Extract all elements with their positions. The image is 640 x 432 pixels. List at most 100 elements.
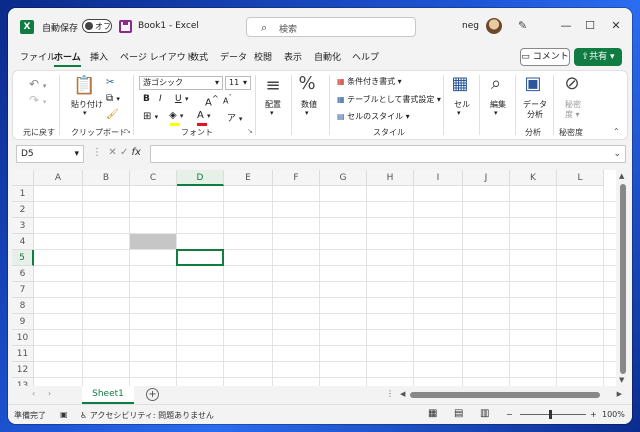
cells-icon[interactable]: ▦ (449, 73, 471, 94)
share-button[interactable]: ⇪共有 ▾ (574, 48, 622, 66)
alignment-dropdown-icon[interactable]: ▾ (270, 109, 274, 117)
cell-styles-button[interactable]: ▤ セルのスタイル ▾ (337, 111, 410, 122)
tab-insert[interactable]: 挿入 (90, 50, 108, 63)
row-header[interactable]: 11 (12, 346, 34, 362)
phonetic-icon[interactable]: ア ▾ (227, 111, 242, 124)
vertical-scrollbar[interactable]: ▲ ▼ (618, 170, 628, 386)
page-break-view-icon[interactable]: ▥ (480, 408, 489, 419)
column-header[interactable]: D (177, 170, 224, 186)
row-header[interactable]: 6 (12, 266, 34, 282)
row-header[interactable]: 9 (12, 314, 34, 330)
zoom-in-button[interactable]: + (590, 410, 597, 419)
analyze-data-icon[interactable]: ▣ (521, 73, 545, 94)
column-header[interactable]: C (130, 170, 177, 186)
font-launcher-icon[interactable]: ↘ (247, 127, 253, 135)
column-header[interactable]: K (510, 170, 557, 186)
sheet-tab-splitter-icon[interactable]: ⋮ (386, 389, 394, 398)
expand-formula-icon[interactable]: ⌄ (613, 149, 621, 159)
magnifier-icon[interactable]: ⌕ (485, 73, 507, 94)
bold-button[interactable]: B (143, 94, 150, 104)
accessibility-status[interactable]: ♿ アクセシビリティ: 問題ありません (80, 410, 214, 421)
editing-label[interactable]: 編集 (490, 99, 506, 110)
user-name[interactable]: neg (462, 21, 479, 31)
scroll-down-icon[interactable]: ▼ (619, 376, 624, 384)
save-icon[interactable] (119, 20, 132, 33)
redo-icon[interactable]: ↷ ▾ (29, 93, 46, 107)
spreadsheet-grid[interactable]: A B C D E F G H I J K L 1 2 3 4 5 6 7 8 9 10 11 12 13 (12, 170, 616, 386)
sheet-prev-icon[interactable]: ‹ (32, 389, 35, 398)
select-all-corner[interactable] (12, 170, 34, 186)
row-header[interactable]: 2 (12, 202, 34, 218)
maximize-button[interactable]: ☐ (576, 16, 604, 36)
sheet-next-icon[interactable]: › (48, 389, 51, 398)
italic-button[interactable]: I (159, 94, 162, 104)
cancel-icon[interactable]: ✕ (108, 147, 116, 158)
paste-button-label[interactable]: 貼り付け (71, 99, 103, 110)
row-header[interactable]: 12 (12, 362, 34, 378)
paste-icon[interactable]: 📋 (73, 75, 95, 96)
scroll-up-icon[interactable]: ▲ (619, 172, 624, 180)
enter-icon[interactable]: ✓ (120, 147, 128, 158)
more-icon[interactable]: ⋮ (92, 147, 102, 158)
font-name-select[interactable]: 游ゴシック ▾ (139, 76, 223, 90)
autosave-toggle[interactable]: オフ (82, 19, 112, 33)
collapse-ribbon-icon[interactable]: ⌃ (613, 127, 620, 136)
column-header[interactable]: G (320, 170, 367, 186)
column-header[interactable]: E (224, 170, 273, 186)
tab-page-layout[interactable]: ページ レイアウト (120, 50, 195, 63)
row-header[interactable]: 3 (12, 218, 34, 234)
tab-help[interactable]: ヘルプ (352, 50, 379, 63)
add-sheet-icon[interactable]: + (146, 388, 159, 401)
column-header[interactable]: H (367, 170, 414, 186)
font-size-select[interactable]: 11 ▾ (225, 76, 251, 90)
number-label[interactable]: 数値 (301, 99, 317, 110)
highlighted-cell[interactable] (130, 234, 176, 249)
clipboard-launcher-icon[interactable]: ↘ (125, 127, 131, 135)
zoom-slider-thumb[interactable] (549, 410, 552, 419)
tab-review[interactable]: 校閲 (254, 50, 272, 63)
cells-dropdown-icon[interactable]: ▾ (457, 109, 461, 117)
grow-font-button[interactable]: A^ (205, 93, 219, 108)
paste-dropdown-icon[interactable]: ▾ (83, 109, 87, 117)
search-box[interactable]: ⌕ 検索 (246, 17, 416, 37)
insert-function-icon[interactable]: fx (132, 147, 141, 158)
scroll-left-icon[interactable]: ◀ (400, 390, 405, 398)
format-painter-icon[interactable]: 🖌 (106, 109, 119, 120)
macro-record-icon[interactable]: ▣ (60, 410, 68, 419)
tab-file[interactable]: ファイル (20, 50, 56, 63)
column-header[interactable]: F (273, 170, 320, 186)
normal-view-icon[interactable]: ▦ (428, 408, 437, 419)
row-header[interactable]: 10 (12, 330, 34, 346)
tab-home[interactable]: ホーム (54, 50, 81, 67)
border-icon[interactable]: ⊞ ▾ (143, 111, 158, 122)
name-box[interactable]: D5 ▾ (16, 145, 84, 163)
conditional-format-button[interactable]: ▦ 条件付き書式 ▾ (337, 76, 402, 87)
zoom-slider[interactable] (520, 414, 586, 415)
analyze-data-line2[interactable]: 分析 (527, 109, 543, 120)
designer-pen-icon[interactable]: ✎ (518, 19, 527, 32)
tab-view[interactable]: 表示 (284, 50, 302, 63)
active-cell[interactable] (176, 249, 224, 266)
row-header[interactable]: 7 (12, 282, 34, 298)
vertical-scroll-thumb[interactable] (620, 184, 626, 374)
font-color-icon[interactable]: A ▾ (197, 110, 211, 121)
horizontal-scroll-thumb[interactable] (410, 392, 600, 398)
underline-button[interactable]: U (175, 94, 182, 104)
format-as-table-button[interactable]: ▦ テーブルとして書式設定 ▾ (337, 94, 441, 105)
column-header[interactable]: I (414, 170, 463, 186)
underline-dropdown-icon[interactable]: ▾ (185, 95, 189, 103)
alignment-icon[interactable]: ≡ (263, 75, 283, 96)
page-layout-view-icon[interactable]: ▤ (454, 408, 463, 419)
tab-data[interactable]: データ (220, 50, 247, 63)
formula-input[interactable]: ⌄ (150, 145, 626, 163)
tab-formulas[interactable]: 数式 (190, 50, 208, 63)
copy-icon[interactable]: ⧉ ▾ (106, 93, 120, 104)
column-header[interactable]: L (557, 170, 604, 186)
avatar[interactable] (486, 18, 502, 34)
row-header[interactable]: 4 (12, 234, 34, 250)
comment-button[interactable]: ▭ コメント (520, 48, 570, 66)
editing-dropdown-icon[interactable]: ▾ (494, 109, 498, 117)
row-header[interactable]: 5 (12, 250, 34, 266)
column-header[interactable]: A (34, 170, 83, 186)
row-header[interactable]: 1 (12, 186, 34, 202)
